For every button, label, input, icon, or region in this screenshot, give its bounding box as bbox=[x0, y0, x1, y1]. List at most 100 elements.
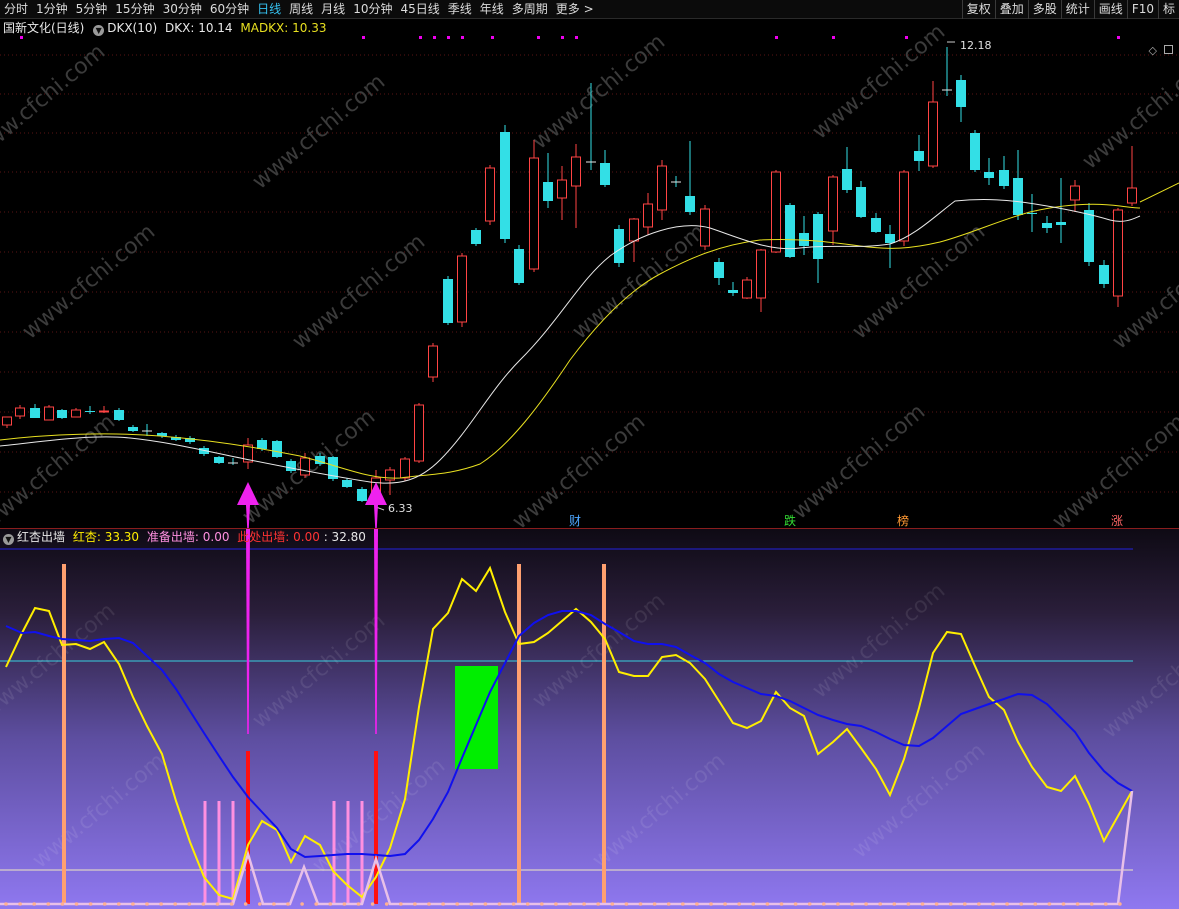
baseline-dot bbox=[1033, 902, 1038, 906]
indicator-title[interactable]: 红杏出墙 bbox=[17, 530, 65, 544]
candle-body-down bbox=[1099, 265, 1109, 284]
candle-body-down bbox=[984, 172, 994, 178]
signal-dot bbox=[561, 36, 564, 39]
statistics-button[interactable]: 统计 bbox=[1060, 0, 1094, 19]
candlestick-panel[interactable]: www.cfchi.com www.cfchi.com www.cfchi.com w… bbox=[0, 19, 1179, 535]
baseline-dot bbox=[187, 902, 192, 906]
event-tag: 跌 bbox=[784, 513, 796, 528]
candle-body-up bbox=[414, 404, 424, 462]
baseline-dot bbox=[201, 902, 206, 906]
candle-body-up bbox=[828, 176, 838, 232]
candle-body-down bbox=[785, 205, 795, 257]
period-tab-15min[interactable]: 15分钟 bbox=[111, 0, 158, 19]
baseline-dot bbox=[525, 902, 530, 906]
period-tab-quarterly[interactable]: 季线 bbox=[444, 0, 476, 19]
baseline-dot bbox=[807, 902, 812, 906]
draw-line-button[interactable]: 画线 bbox=[1093, 0, 1127, 19]
window-square-icon[interactable] bbox=[1164, 45, 1173, 54]
candle-body-down bbox=[999, 170, 1009, 186]
baseline-dot bbox=[652, 902, 657, 906]
signal-bar-pink bbox=[360, 801, 364, 904]
candle-body-down bbox=[614, 229, 624, 263]
dropdown-icon[interactable]: ▼ bbox=[93, 25, 105, 36]
period-tab-weekly[interactable]: 周线 bbox=[285, 0, 317, 19]
baseline-dot bbox=[540, 902, 544, 906]
baseline-dot bbox=[314, 902, 319, 906]
candle-body-down bbox=[914, 151, 924, 161]
signal-dot bbox=[575, 36, 578, 39]
baseline-dot bbox=[131, 902, 135, 906]
signal-dot bbox=[905, 36, 908, 39]
candle-body-up bbox=[629, 218, 639, 242]
mark-button[interactable]: 标 bbox=[1157, 0, 1179, 19]
candle-body-up bbox=[571, 156, 581, 187]
baseline-dot bbox=[723, 902, 727, 906]
madkx-value: MADKX: 10.33 bbox=[240, 21, 327, 35]
period-tab-more[interactable]: 更多 > bbox=[552, 0, 598, 19]
event-tag: 财 bbox=[569, 514, 581, 528]
prepare-value: 准备出墙: 0.00 bbox=[146, 530, 230, 544]
f10-button[interactable]: F10 bbox=[1126, 0, 1158, 19]
indicator-name[interactable]: DKX(10) bbox=[107, 21, 157, 35]
baseline-dot bbox=[455, 902, 460, 906]
candle-body-down bbox=[272, 441, 282, 457]
buy-arrow-head bbox=[365, 482, 387, 505]
candle-body-down bbox=[342, 480, 352, 487]
baseline-dot bbox=[1104, 902, 1108, 906]
candle-body-up bbox=[643, 203, 653, 228]
candle-body-down bbox=[1013, 178, 1023, 215]
baseline-dot bbox=[554, 902, 558, 906]
watermark-text: www.cfchi.com bbox=[248, 69, 390, 194]
candle-body-up bbox=[928, 101, 938, 167]
candle-body-down bbox=[57, 410, 67, 418]
period-tab-monthly[interactable]: 月线 bbox=[317, 0, 349, 19]
baseline-dot bbox=[173, 902, 177, 906]
candle-body-down bbox=[1056, 222, 1066, 225]
multi-stock-button[interactable]: 多股 bbox=[1027, 0, 1061, 19]
period-tab-30min[interactable]: 30分钟 bbox=[159, 0, 206, 19]
candle-body-down bbox=[1027, 213, 1037, 214]
high-price-label: 12.18 bbox=[960, 39, 992, 52]
diamond-icon[interactable]: ◇ bbox=[1149, 44, 1157, 57]
dropdown-icon[interactable]: ▼ bbox=[3, 534, 14, 545]
baseline-dot bbox=[145, 902, 149, 906]
period-tab-5min[interactable]: 5分钟 bbox=[72, 0, 112, 19]
baseline-dot bbox=[18, 902, 22, 906]
overlay-button[interactable]: 叠加 bbox=[994, 0, 1028, 19]
baseline-dot bbox=[624, 902, 629, 906]
candle-body-up bbox=[529, 157, 539, 270]
signal-bar-orange bbox=[62, 564, 66, 904]
stock-title: 国新文化(日线) bbox=[3, 21, 85, 35]
candle-body-down bbox=[842, 169, 852, 190]
watermark-text: www.cfchi.com bbox=[0, 39, 110, 164]
period-tab-1min[interactable]: 1分钟 bbox=[32, 0, 72, 19]
period-tab-yearly[interactable]: 年线 bbox=[476, 0, 508, 19]
baseline-dot bbox=[483, 902, 488, 906]
period-tab-10min[interactable]: 10分钟 bbox=[349, 0, 396, 19]
adjust-rights-button[interactable]: 复权 bbox=[961, 0, 995, 19]
period-tab-60min[interactable]: 60分钟 bbox=[206, 0, 253, 19]
baseline-dot bbox=[399, 902, 403, 906]
signal-dot bbox=[433, 36, 436, 39]
watermark-text: www.cfchi.com bbox=[18, 219, 160, 344]
period-tab-daily[interactable]: 日线 bbox=[253, 0, 285, 19]
signal-dot bbox=[775, 36, 778, 39]
baseline-dot bbox=[243, 902, 248, 906]
candle-body-up bbox=[15, 407, 25, 417]
candle-body-up bbox=[1127, 187, 1137, 204]
candle-body-up bbox=[742, 279, 752, 299]
baseline-dot bbox=[737, 902, 741, 906]
baseline-dot bbox=[356, 902, 361, 906]
period-tab-minute-chart[interactable]: 分时 bbox=[0, 0, 32, 19]
watermark-text: www.cfchi.com bbox=[788, 399, 930, 524]
period-tab-multi[interactable]: 多周期 bbox=[508, 0, 552, 19]
baseline-dot bbox=[991, 902, 995, 906]
indicator-panel[interactable]: www.cfchi.com www.cfchi.com www.cfchi.com w… bbox=[0, 529, 1179, 909]
baseline-dot bbox=[511, 902, 516, 906]
candle-body-down bbox=[728, 290, 738, 293]
candle-body-down bbox=[128, 427, 138, 431]
candle-body-down bbox=[257, 440, 267, 449]
indicator-chart[interactable]: www.cfchi.com www.cfchi.com www.cfchi.com w… bbox=[0, 529, 1179, 909]
candlestick-chart[interactable]: www.cfchi.com www.cfchi.com www.cfchi.com w… bbox=[0, 19, 1179, 535]
period-tab-45day[interactable]: 45日线 bbox=[396, 0, 443, 19]
